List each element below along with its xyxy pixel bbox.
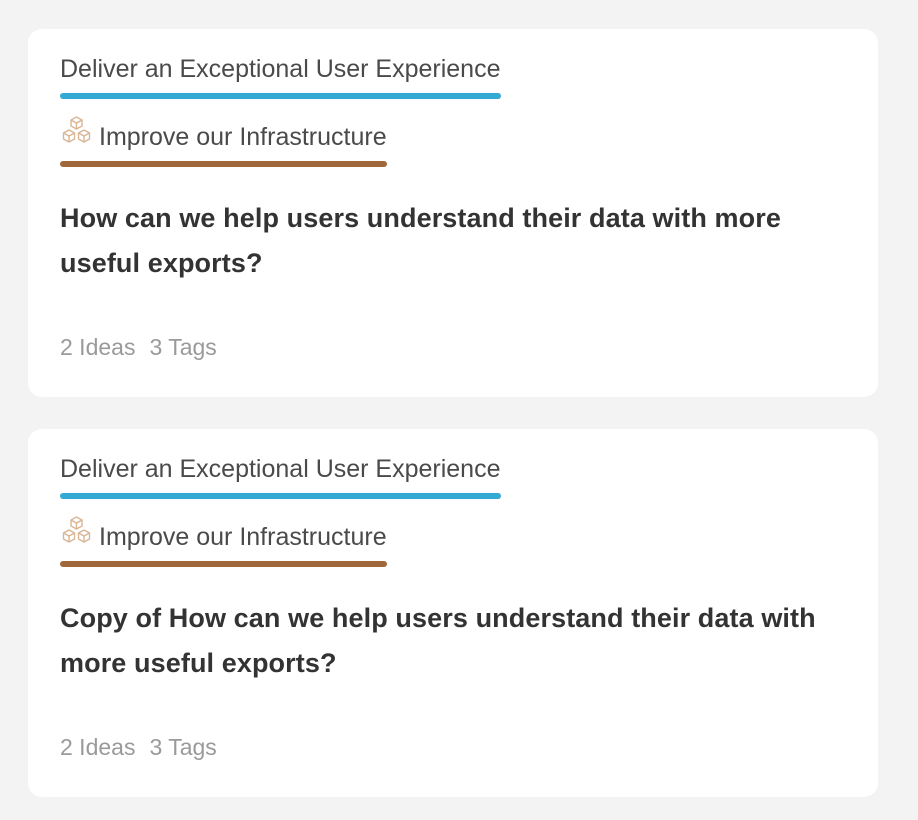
goal-color-bar	[60, 561, 387, 567]
card-meta: 2 Ideas 3 Tags	[60, 732, 231, 762]
card-meta: 2 Ideas 3 Tags	[60, 332, 231, 362]
goal-tag-primary[interactable]: Deliver an Exceptional User Experience	[60, 454, 501, 499]
goal-color-bar	[60, 493, 501, 499]
goal-label: Deliver an Exceptional User Experience	[60, 55, 501, 83]
ideas-count: 2 Ideas	[60, 734, 136, 760]
tags-count: 3 Tags	[149, 734, 217, 760]
question-title[interactable]: Copy of How can we help users understand…	[60, 596, 850, 686]
cubes-icon	[60, 116, 93, 146]
goal-label: Improve our Infrastructure	[99, 523, 387, 551]
goal-color-bar	[60, 93, 501, 99]
ideas-count: 2 Ideas	[60, 334, 136, 360]
question-title[interactable]: How can we help users understand their d…	[60, 196, 850, 286]
tags-count: 3 Tags	[149, 334, 217, 360]
question-card[interactable]: Deliver an Exceptional User Experience I…	[28, 429, 878, 797]
goal-label: Deliver an Exceptional User Experience	[60, 455, 501, 483]
cubes-icon	[60, 516, 93, 546]
goal-tag-primary[interactable]: Deliver an Exceptional User Experience	[60, 54, 501, 99]
goal-tag-secondary[interactable]: Improve our Infrastructure	[60, 116, 387, 167]
goal-label: Improve our Infrastructure	[99, 123, 387, 151]
question-card[interactable]: Deliver an Exceptional User Experience I…	[28, 29, 878, 397]
goal-color-bar	[60, 161, 387, 167]
goal-tag-secondary[interactable]: Improve our Infrastructure	[60, 516, 387, 567]
